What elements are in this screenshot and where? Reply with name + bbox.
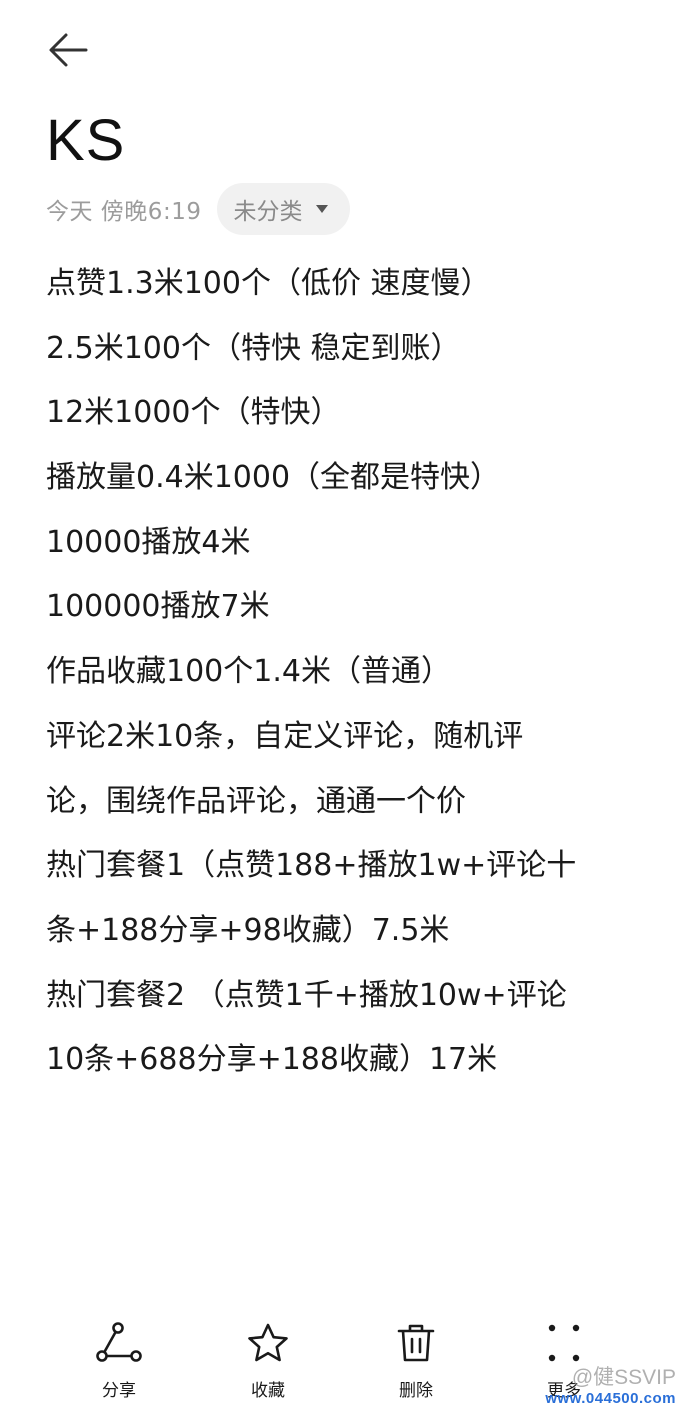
note-line: 播放量0.4米1000（全都是特快）	[46, 460, 501, 496]
chevron-down-icon	[316, 205, 329, 213]
note-body[interactable]: 点赞1.3米100个（低价 速度慢） 2.5米100个（特快 稳定到账） 12米…	[46, 252, 646, 1093]
note-line: 10条+688分享+188收藏）17米	[46, 1042, 498, 1078]
note-line: 点赞1.3米100个（低价 速度慢）	[46, 266, 491, 301]
note-line: 2.5米100个（特快 稳定到账）	[46, 330, 461, 366]
more-button[interactable]: 更多	[504, 1318, 624, 1408]
share-label: 分享	[102, 1381, 136, 1401]
note-line: 10000播放4米	[46, 524, 251, 560]
more-dots-icon	[540, 1318, 588, 1368]
more-label: 更多	[547, 1381, 581, 1401]
note-title[interactable]: KS	[46, 104, 125, 178]
note-meta: 今天 傍晚6:19 未分类	[46, 182, 351, 236]
share-icon	[95, 1318, 143, 1368]
trash-icon	[392, 1318, 440, 1368]
note-line: 100000播放7米	[46, 589, 270, 625]
note-line: 论，围绕作品评论，通通一个价	[46, 783, 466, 819]
note-line: 作品收藏100个1.4米（普通）	[46, 654, 451, 690]
note-line: 热门套餐2 （点赞1千+播放10w+评论	[46, 977, 567, 1013]
delete-label: 删除	[399, 1381, 433, 1401]
back-button[interactable]	[40, 28, 96, 76]
favorite-button[interactable]: 收藏	[208, 1318, 328, 1408]
bottom-toolbar: 分享 收藏 删除 更多	[0, 1318, 684, 1416]
note-line: 评论2米10条，自定义评论，随机评	[46, 718, 524, 754]
note-line: 条+188分享+98收藏）7.5米	[46, 912, 450, 948]
note-line: 12米1000个（特快）	[46, 395, 341, 431]
category-selector[interactable]: 未分类	[217, 183, 351, 235]
arrow-left-icon	[46, 30, 90, 74]
share-button[interactable]: 分享	[59, 1318, 179, 1408]
favorite-label: 收藏	[251, 1381, 285, 1401]
star-icon	[244, 1318, 292, 1368]
delete-button[interactable]: 删除	[356, 1318, 476, 1408]
category-label: 未分类	[233, 199, 303, 225]
note-timestamp: 今天 傍晚6:19	[46, 199, 202, 225]
note-line: 热门套餐1（点赞188+播放1w+评论十	[46, 848, 577, 884]
